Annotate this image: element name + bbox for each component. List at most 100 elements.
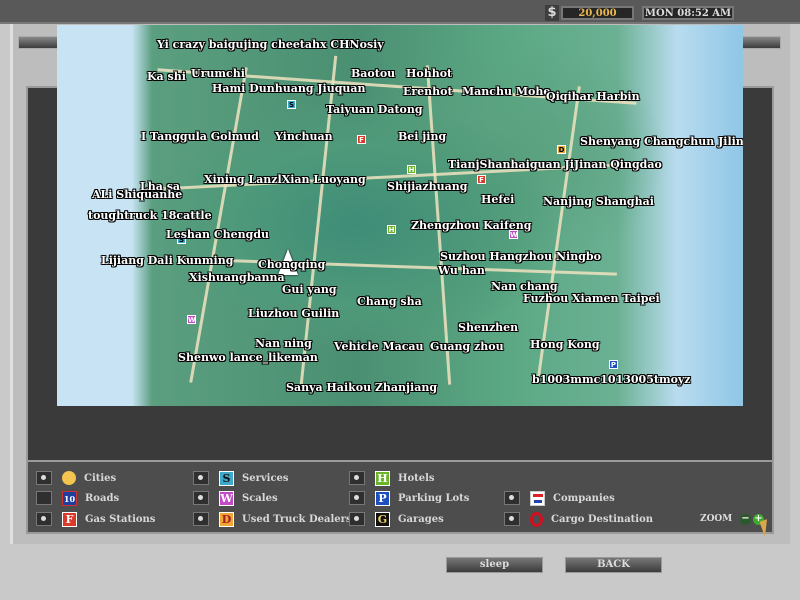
dealer-icon: D — [219, 511, 234, 527]
city-label[interactable]: Bei jing — [398, 130, 446, 143]
city-label[interactable]: Leshan Chengdu — [166, 228, 269, 241]
legend-label: Used Truck Dealers — [242, 513, 352, 525]
legend-roads[interactable]: 10 Roads — [36, 490, 119, 506]
city-label[interactable]: Shijiazhuang — [387, 180, 467, 193]
logo-stripe — [534, 499, 542, 503]
city-label[interactable]: Hong Kong — [530, 338, 600, 351]
road — [189, 67, 248, 383]
city-label[interactable]: Urumchi — [191, 67, 245, 80]
legend-garages[interactable]: G Garages — [349, 511, 444, 527]
garage-icon: G — [375, 511, 390, 527]
cities-checkbox[interactable] — [36, 471, 52, 485]
gas-stations-checkbox[interactable] — [36, 512, 52, 526]
city-label[interactable]: Qiqihar Harbin — [546, 90, 640, 103]
legend-used-truck-dealers[interactable]: D Used Truck Dealers — [193, 511, 352, 527]
legend-cargo-destination[interactable]: Cargo Destination — [504, 511, 653, 527]
hotel-icon[interactable]: H — [407, 165, 416, 174]
services-checkbox[interactable] — [193, 471, 209, 485]
city-label[interactable]: I Tanggula Golmud — [141, 130, 259, 143]
garages-checkbox[interactable] — [349, 512, 365, 526]
legend-companies[interactable]: Companies — [504, 490, 615, 506]
parking-icon[interactable]: P — [609, 360, 618, 369]
map-view[interactable]: S F H F S D W P W H Yi crazy baigujing c… — [57, 25, 743, 406]
dealer-icon[interactable]: D — [557, 145, 566, 154]
legend-gas-stations[interactable]: F Gas Stations — [36, 511, 155, 527]
gas-station-icon: F — [62, 511, 77, 527]
city-label[interactable]: Taiyuan Datong — [326, 103, 423, 116]
city-label[interactable]: Wu han — [438, 264, 485, 277]
city-label[interactable]: Lijiang Dali Kunming — [101, 254, 233, 267]
city-label[interactable]: Hohhot — [406, 67, 452, 80]
legend-label: Garages — [398, 513, 444, 525]
sleep-button[interactable]: sleep — [446, 557, 543, 573]
city-label[interactable]: Ka shi — [147, 70, 186, 83]
city-label[interactable]: ALi Shiquanhe — [92, 188, 182, 201]
scale-icon: W — [219, 490, 234, 506]
cargo-destination-ring-icon — [530, 511, 543, 527]
money-icon: $ — [545, 5, 559, 21]
city-label[interactable]: Nanjing Shanghai — [543, 195, 654, 208]
city-label[interactable]: Vehicle Macau — [334, 340, 424, 353]
legend-label: Gas Stations — [85, 513, 156, 525]
legend-label: Roads — [85, 492, 120, 504]
city-label[interactable]: Shenyang Changchun Jilin — [580, 135, 743, 148]
legend-hotels[interactable]: H Hotels — [349, 470, 435, 486]
back-button[interactable]: BACK — [565, 557, 662, 573]
legend-parking-lots[interactable]: P Parking Lots — [349, 490, 469, 506]
legend-label: Cargo Destination — [551, 513, 654, 525]
city-label[interactable]: Xishuangbanna — [189, 271, 285, 284]
hotel-icon[interactable]: H — [387, 225, 396, 234]
hotel-icon: H — [375, 470, 390, 486]
city-label[interactable]: Zhengzhou Kaifeng — [411, 219, 531, 232]
city-label[interactable]: Shenwo lance_likeman — [178, 351, 318, 364]
city-label[interactable]: Hefei — [481, 193, 514, 206]
service-icon: S — [219, 470, 234, 486]
city-label[interactable]: Baotou — [351, 67, 395, 80]
legend-label: Companies — [553, 492, 615, 504]
cargo-checkbox[interactable] — [504, 512, 520, 526]
zoom-out-button[interactable]: − — [740, 514, 751, 525]
city-label[interactable]: Fuzhou Xiamen Taipei — [523, 292, 660, 305]
city-label[interactable]: Guang zhou — [430, 340, 504, 353]
city-label[interactable]: Yi crazy baigujing cheetahx CHNosiy — [157, 38, 384, 51]
legend-cities[interactable]: Cities — [36, 470, 116, 486]
city-label[interactable]: Xining LanzlXian Luoyang — [204, 173, 366, 186]
city-label[interactable]: Chang sha — [357, 295, 422, 308]
city-label[interactable]: Manchu Mohe — [462, 85, 550, 98]
legend-label: Cities — [84, 472, 117, 484]
city-label[interactable]: Hami Dunhuang Jiuquan — [212, 82, 366, 95]
parking-checkbox[interactable] — [349, 491, 365, 505]
city-label[interactable]: Yinchuan — [275, 130, 333, 143]
time-display: MON 08:52 AM — [642, 6, 734, 20]
scales-checkbox[interactable] — [193, 491, 209, 505]
city-label[interactable]: Gui yang — [282, 283, 337, 296]
city-label[interactable]: Sanya Haikou Zhanjiang — [286, 381, 437, 394]
legend-scales[interactable]: W Scales — [193, 490, 278, 506]
city-label[interactable]: Erenhot — [403, 85, 453, 98]
logo-stripe — [533, 493, 543, 497]
roads-checkbox[interactable] — [36, 491, 52, 505]
city-label[interactable]: b1003mmc1013005tmoyz — [532, 373, 691, 386]
city-label[interactable]: toughtruck 18cattle — [88, 209, 212, 222]
interstate-shield-icon: 10 — [62, 490, 77, 506]
scale-icon[interactable]: W — [187, 315, 196, 324]
service-icon[interactable]: S — [287, 100, 296, 109]
legend-label: Parking Lots — [398, 492, 470, 504]
legend-services[interactable]: S Services — [193, 470, 289, 486]
city-label[interactable]: Nan ning — [255, 337, 312, 350]
city-label[interactable]: TianjShanhaiguan JiJinan Qingdao — [448, 158, 662, 171]
gas-station-icon[interactable]: F — [357, 135, 366, 144]
hotels-checkbox[interactable] — [349, 471, 365, 485]
dealers-checkbox[interactable] — [193, 512, 209, 526]
companies-checkbox[interactable] — [504, 491, 520, 505]
legend-label: Hotels — [398, 472, 435, 484]
zoom-label: ZOOM — [700, 514, 733, 524]
company-logo-icon — [530, 490, 545, 506]
money-display: 20,000 — [561, 6, 634, 20]
city-label[interactable]: Liuzhou Guilin — [248, 307, 339, 320]
gas-station-icon[interactable]: F — [477, 175, 486, 184]
city-label[interactable]: Shenzhen — [458, 321, 518, 334]
city-label[interactable]: Suzhou Hangzhou Ningbo — [440, 250, 601, 263]
legend-label: Scales — [242, 492, 278, 504]
city-label[interactable]: Chongqing — [258, 258, 325, 271]
